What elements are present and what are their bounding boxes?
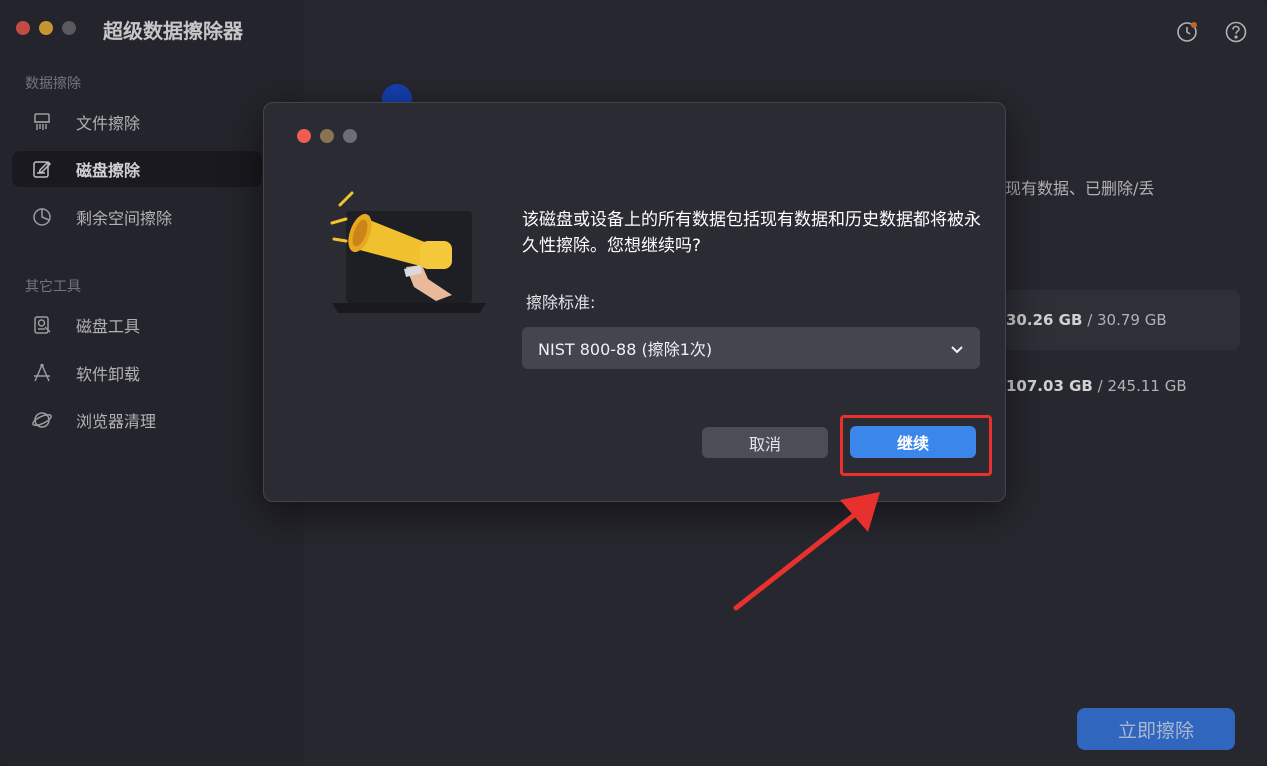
dialog-minimize-button [320, 129, 334, 143]
erase-standard-select[interactable]: NIST 800-88 (擦除1次) [522, 327, 980, 369]
dialog-zoom-button [343, 129, 357, 143]
dialog-window-controls [297, 129, 357, 143]
dialog-close-button[interactable] [297, 129, 311, 143]
erase-standard-label: 擦除标准: [526, 293, 596, 312]
dialog-message: 该磁盘或设备上的所有数据包括现有数据和历史数据都将被永久性擦除。您想继续吗? [522, 210, 981, 256]
megaphone-icon [324, 183, 494, 323]
erase-standard-value: NIST 800-88 (擦除1次) [538, 340, 713, 359]
app-window: 超级数据擦除器 数据擦除 文件擦除 磁盘擦除 剩余空间擦除 其它工具 磁盘工具 … [0, 0, 1267, 766]
annotation-arrow-icon [733, 492, 880, 611]
cancel-button[interactable]: 取消 [702, 427, 828, 458]
highlight-box [840, 415, 992, 476]
chevron-down-icon [950, 341, 964, 355]
